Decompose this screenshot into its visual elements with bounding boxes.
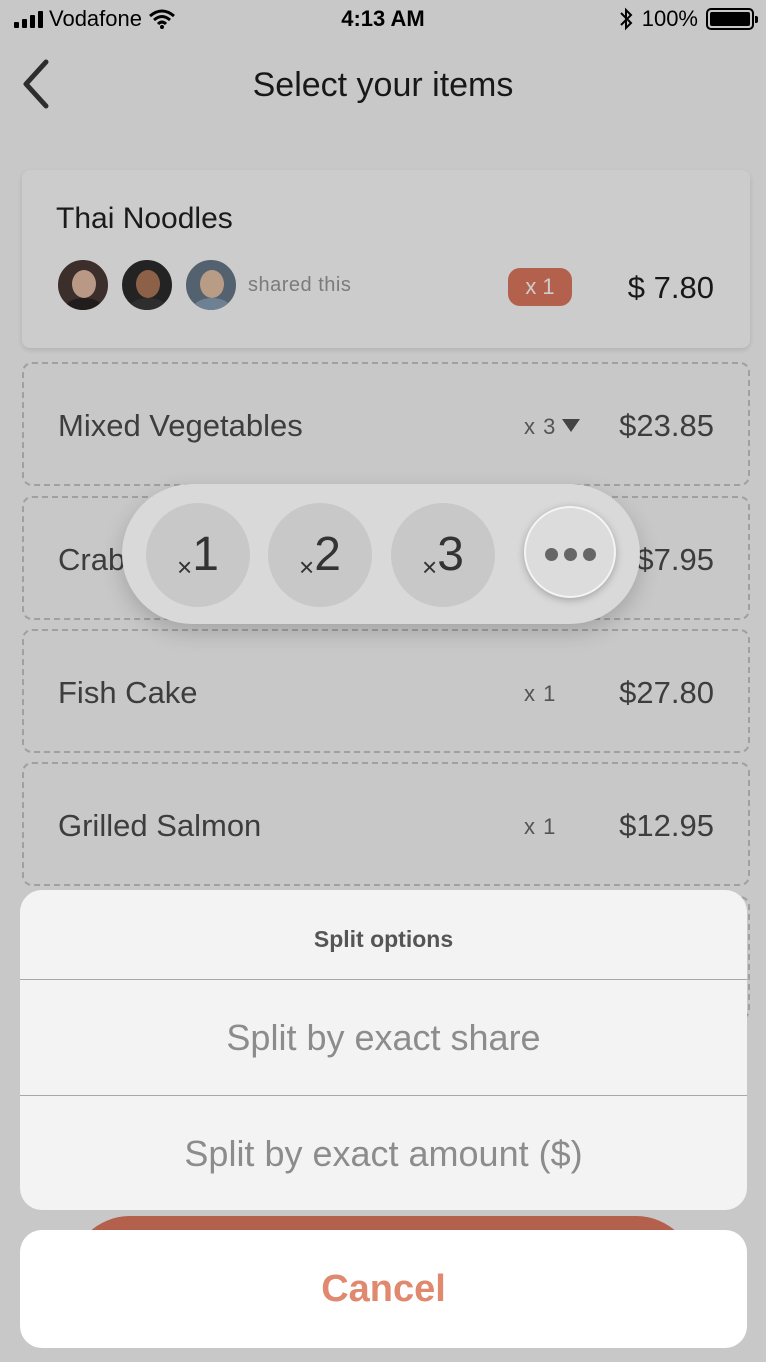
more-dots-icon [526, 548, 614, 561]
quantity-option-1[interactable]: ×1 [146, 503, 250, 607]
multiply-sign: × [299, 552, 315, 582]
split-by-share-button[interactable]: Split by exact share [20, 980, 747, 1096]
split-by-amount-button[interactable]: Split by exact amount ($) [20, 1096, 747, 1210]
cancel-button[interactable]: Cancel [20, 1230, 747, 1348]
quantity-option-3[interactable]: ×3 [391, 503, 495, 607]
multiply-sign: × [422, 552, 438, 582]
quantity-number: 3 [437, 528, 464, 581]
split-options-sheet: Split options Split by exact share Split… [20, 890, 747, 1210]
quantity-number: 2 [314, 528, 341, 581]
quantity-number: 1 [192, 528, 219, 581]
multiply-sign: × [177, 552, 193, 582]
quantity-picker: ×1 ×2 ×3 [122, 484, 640, 624]
screen: Vodafone 4:13 AM 100% Select your items … [0, 0, 766, 1362]
quantity-option-2[interactable]: ×2 [268, 503, 372, 607]
sheet-title: Split options [20, 890, 747, 980]
more-options-button[interactable] [524, 506, 616, 598]
